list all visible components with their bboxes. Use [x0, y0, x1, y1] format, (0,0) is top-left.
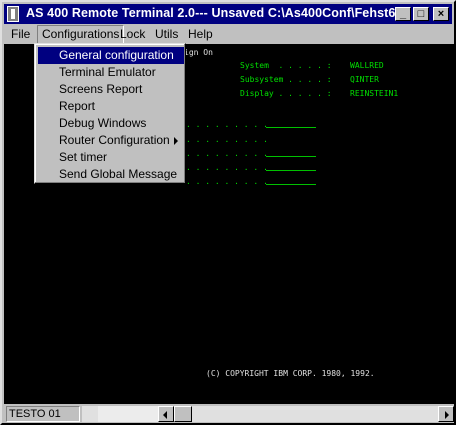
- submenu-arrow-icon: [174, 137, 178, 145]
- field-dots: . . . . . . . . .: [186, 135, 268, 144]
- arrow-right-icon: [445, 411, 449, 419]
- menu-item-debug-windows[interactable]: Debug Windows: [38, 115, 184, 132]
- window-controls: _ □ ×: [395, 7, 449, 21]
- menu-utils[interactable]: Utils: [151, 25, 182, 44]
- field-dots: . . . . . . . . .: [186, 163, 268, 172]
- menu-item-general-configuration[interactable]: General configuration: [38, 47, 184, 64]
- main-window: AS 400 Remote Terminal 2.0--- Unsaved C:…: [0, 0, 456, 425]
- status-bar: TESTO 01: [4, 405, 454, 423]
- signon-title: ign On: [184, 48, 213, 57]
- menu-item-send-global-message[interactable]: Send Global Message: [38, 166, 184, 183]
- maximize-button[interactable]: □: [413, 7, 429, 21]
- scroll-left-button[interactable]: [158, 406, 174, 422]
- title-bar[interactable]: AS 400 Remote Terminal 2.0--- Unsaved C:…: [4, 4, 452, 24]
- menu-configurations[interactable]: Configurations: [37, 25, 125, 44]
- scroll-right-button[interactable]: [438, 406, 454, 422]
- display-label: Display . . . . . :: [240, 89, 332, 98]
- subsystem-value: QINTER: [350, 75, 379, 84]
- menu-help[interactable]: Help: [184, 25, 217, 44]
- input-field-2[interactable]: [266, 156, 316, 157]
- field-dots: . . . . . . . . .: [186, 177, 268, 186]
- menu-item-report[interactable]: Report: [38, 98, 184, 115]
- system-label: System . . . . . :: [240, 61, 332, 70]
- menu-item-router-configuration[interactable]: Router Configuration: [38, 132, 184, 149]
- menu-item-set-timer[interactable]: Set timer: [38, 149, 184, 166]
- copyright-text: (C) COPYRIGHT IBM CORP. 1980, 1992.: [206, 369, 375, 378]
- field-dots: . . . . . . . . .: [186, 120, 268, 129]
- scroll-thumb[interactable]: [174, 406, 192, 422]
- system-value: WALLRED: [350, 61, 384, 70]
- menu-item-terminal-emulator[interactable]: Terminal Emulator: [38, 64, 184, 81]
- session-status: TESTO 01: [6, 406, 80, 422]
- minimize-button[interactable]: _: [395, 7, 411, 21]
- close-button[interactable]: ×: [433, 7, 449, 21]
- menu-file[interactable]: File: [7, 25, 34, 44]
- field-dots: . . . . . . . . .: [186, 149, 268, 158]
- display-value: REINSTEIN1: [350, 89, 399, 98]
- window-title: AS 400 Remote Terminal 2.0--- Unsaved C:…: [26, 6, 396, 20]
- subsystem-label: Subsystem . . . . :: [240, 75, 332, 84]
- input-field-1[interactable]: [266, 127, 316, 128]
- input-field-3[interactable]: [266, 170, 316, 171]
- arrow-left-icon: [163, 411, 167, 419]
- horizontal-scrollbar[interactable]: [82, 406, 454, 422]
- menu-item-screens-report[interactable]: Screens Report: [38, 81, 184, 98]
- menu-lock[interactable]: Lock: [116, 25, 149, 44]
- menu-bar: File Configurations Lock Utils Help: [4, 25, 452, 44]
- input-field-4[interactable]: [266, 184, 316, 185]
- router-configuration-label: Router Configuration: [59, 133, 170, 147]
- configurations-dropdown: General configuration Terminal Emulator …: [34, 43, 186, 184]
- app-icon[interactable]: [7, 6, 19, 22]
